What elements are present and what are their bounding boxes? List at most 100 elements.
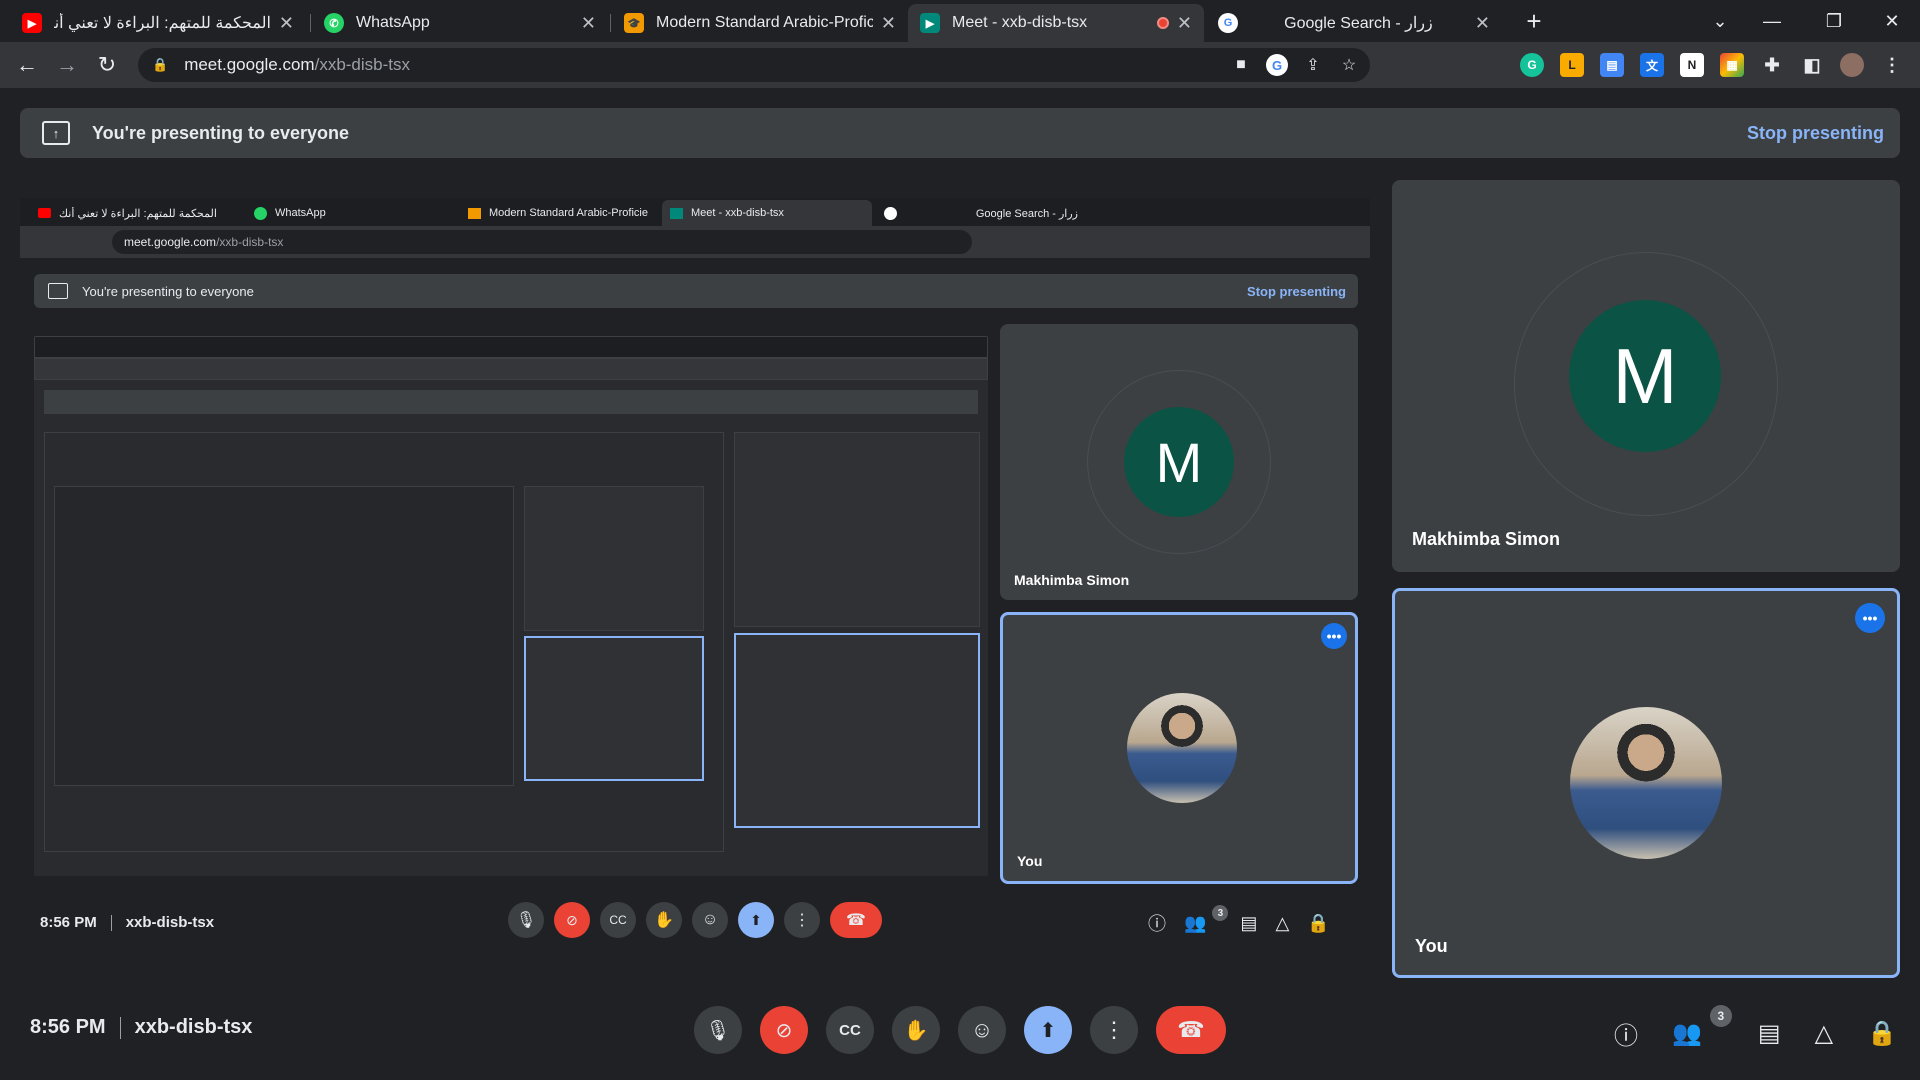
shared-url-host: meet.google.com (124, 235, 217, 249)
shared-tab-course: Modern Standard Arabic-Proficie (460, 200, 670, 226)
people-icon[interactable]: 👥 3 (1672, 1004, 1732, 1048)
tab-whatsapp[interactable]: ✆ WhatsApp ✕ (312, 4, 608, 42)
participant-name: You (1415, 936, 1448, 956)
meeting-time: 8:56 PM (40, 914, 97, 931)
captions-icon[interactable]: CC (826, 1006, 874, 1054)
chat-icon[interactable]: ▤ (1758, 1019, 1781, 1048)
more-options-icon[interactable]: ••• (1855, 603, 1885, 633)
reload-icon[interactable]: ↻ (92, 50, 122, 80)
tab-title: WhatsApp (356, 14, 430, 31)
participant-name: You (1017, 853, 1043, 869)
address-bar[interactable]: 🔒 meet.google.com /xxb-disb-tsx ■ G ⇪ ☆ (138, 48, 1370, 82)
minimize-icon[interactable]: — (1752, 6, 1792, 36)
present-screen-icon: ↑ (42, 121, 70, 145)
share-icon[interactable]: ⇪ (1302, 54, 1324, 76)
participant-name: Makhimba Simon (1014, 572, 1130, 588)
present-icon[interactable]: ⬆ (1024, 1006, 1072, 1054)
extensions-puzzle-icon[interactable]: ✚ (1760, 53, 1784, 77)
recording-indicator-icon (1156, 17, 1169, 29)
extension-radio-icon[interactable]: ▤ (1600, 53, 1624, 77)
shared-remote-tile: M Makhimba Simon (1000, 324, 1358, 600)
participant-count-badge: 3 (1709, 1004, 1732, 1027)
tab-title: Google Search - زرار (1284, 15, 1433, 32)
tab-google-search[interactable]: G Google Search - زرار ✕ (1206, 4, 1502, 42)
shared-control-bar: 🎙 ⊘ CC ✋ ☺ ⬆ ⋮ ☎ (508, 902, 882, 938)
restore-icon[interactable]: ❐ (1814, 6, 1854, 36)
shared-tab-title: WhatsApp (275, 207, 326, 219)
shared-toolbar: meet.google.com/xxb-disb-tsx (20, 226, 1370, 258)
google-icon (884, 206, 897, 220)
activities-icon[interactable]: △ (1815, 1019, 1833, 1048)
presenting-banner: ↑ You're presenting to everyone Stop pre… (20, 108, 1900, 158)
lock-icon: 🔒 (152, 57, 169, 72)
url-host: meet.google.com (184, 55, 315, 74)
host-controls-icon: 🔒 (1307, 912, 1330, 933)
whatsapp-icon (254, 206, 267, 220)
tab-course[interactable]: 🎓 Modern Standard Arabic-Proficie ✕ (612, 4, 908, 42)
participant-count-badge: 3 (1212, 905, 1229, 921)
info-icon[interactable]: ⓘ (1614, 1016, 1638, 1051)
emoji-icon[interactable]: ☺ (958, 1006, 1006, 1054)
profile-avatar[interactable] (1840, 53, 1864, 77)
close-icon[interactable]: ✕ (1177, 13, 1192, 34)
more-options-icon[interactable]: ⋮ (1090, 1006, 1138, 1054)
shared-self-tile: ••• You (1000, 612, 1358, 884)
self-participant-tile[interactable]: ••• You (1392, 588, 1900, 978)
forward-arrow-icon[interactable]: → (52, 50, 82, 80)
browser-menu-icon[interactable]: ⋮ (1880, 53, 1904, 77)
hang-up-icon[interactable]: ☎ (1156, 1006, 1226, 1054)
nested-screen-share (34, 336, 988, 876)
avatar: M (1569, 300, 1721, 452)
new-tab-button[interactable]: + (1518, 6, 1550, 38)
camera-off-icon[interactable]: ⊘ (760, 1006, 808, 1054)
host-controls-icon[interactable]: 🔒 (1867, 1019, 1897, 1048)
present-icon: ⬆ (738, 902, 774, 938)
raise-hand-icon: ✋ (646, 902, 682, 938)
remote-participant-tile[interactable]: M Makhimba Simon (1392, 180, 1900, 572)
camera-blocked-icon[interactable]: ■ (1230, 54, 1252, 76)
youtube-icon: ▶ (22, 13, 42, 33)
shared-screen: المحكمة للمتهم: البراءة لا تعني أنك What… (20, 198, 1370, 958)
youtube-icon (38, 208, 51, 218)
microphone-icon[interactable]: 🎙 (694, 1006, 742, 1054)
window-close-icon[interactable]: ✕ (1872, 6, 1912, 36)
google-icon: G (1218, 13, 1238, 33)
tab-title: المحكمة للمتهم: البراءة لا تعني أنك (54, 15, 271, 32)
shared-tab-meet: Meet - xxb-disb-tsx (662, 200, 872, 226)
close-icon[interactable]: ✕ (581, 13, 596, 34)
side-controls: ⓘ 👥 3 ▤ △ 🔒 (1614, 1004, 1897, 1051)
meeting-time: 8:56 PM (30, 1016, 106, 1038)
info-icon: ⓘ (1148, 914, 1166, 934)
shared-tab-strip: المحكمة للمتهم: البراءة لا تعني أنك What… (20, 198, 1370, 226)
side-panel-icon[interactable]: ◧ (1800, 53, 1824, 77)
emoji-icon: ☺ (692, 902, 728, 938)
microphone-icon: 🎙 (508, 902, 544, 938)
course-icon (468, 207, 481, 219)
notion-icon[interactable]: N (1680, 53, 1704, 77)
close-icon[interactable]: ✕ (279, 13, 294, 34)
participant-name: Makhimba Simon (1412, 529, 1561, 549)
grammarly-icon[interactable]: G (1520, 53, 1544, 77)
more-options-icon: ••• (1321, 623, 1347, 649)
bookmark-star-icon[interactable]: ☆ (1338, 54, 1360, 76)
shared-tab-whatsapp: WhatsApp (246, 200, 456, 226)
stop-presenting-button[interactable]: Stop presenting (1747, 123, 1884, 144)
shared-stop-presenting: Stop presenting (1247, 283, 1346, 299)
captions-icon: CC (600, 902, 636, 938)
shared-tab-google: Google Search - زرار (876, 200, 1086, 226)
tab-youtube[interactable]: ▶ المحكمة للمتهم: البراءة لا تعني أنك ✕ (10, 4, 306, 42)
tab-search-chevron-icon[interactable]: ⌄ (1700, 6, 1740, 36)
shared-tab-title: Modern Standard Arabic-Proficie (489, 207, 648, 219)
close-icon[interactable]: ✕ (881, 13, 896, 34)
close-icon[interactable]: ✕ (1475, 13, 1490, 34)
self-avatar (1127, 693, 1237, 803)
extension-l-icon[interactable]: L (1560, 53, 1584, 77)
google-lens-icon[interactable]: G (1266, 54, 1288, 76)
raise-hand-icon[interactable]: ✋ (892, 1006, 940, 1054)
extension-color-icon[interactable]: ▦ (1720, 53, 1744, 77)
url-path: /xxb-disb-tsx (314, 55, 411, 74)
translate-icon[interactable]: 文 (1640, 53, 1664, 77)
back-arrow-icon[interactable]: ← (12, 50, 42, 80)
meeting-code[interactable]: xxb-disb-tsx (135, 1016, 253, 1039)
tab-meet[interactable]: ▶ Meet - xxb-disb-tsx ✕ (908, 4, 1204, 42)
